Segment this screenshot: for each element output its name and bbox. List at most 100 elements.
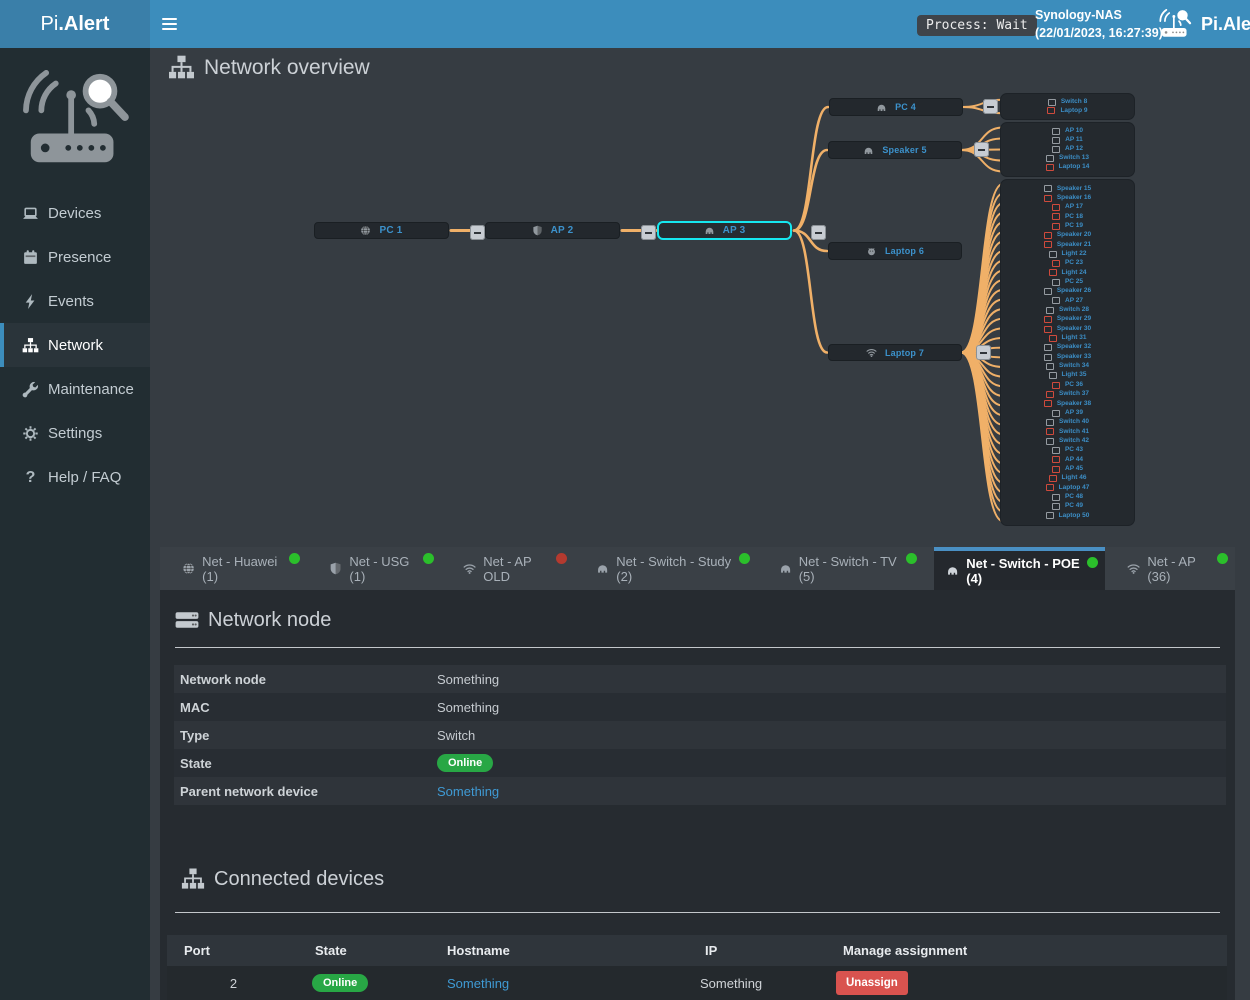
device-leaf-laptop-14[interactable]: Laptop 14 bbox=[1001, 164, 1134, 171]
tab-net-switch-poe-4[interactable]: Net - Switch - POE (4) bbox=[934, 547, 1105, 590]
tab-content-panel: Network node Network nodeSomethingMACSom… bbox=[160, 590, 1235, 1000]
connected-devices-title: Connected devices bbox=[214, 868, 384, 891]
device-leaf-laptop-50[interactable]: Laptop 50 bbox=[1001, 512, 1134, 519]
device-leaf-speaker-30[interactable]: Speaker 30 bbox=[1001, 326, 1134, 333]
unassign-button[interactable]: Unassign bbox=[836, 971, 908, 995]
tree-node-pc1[interactable]: PC 1 bbox=[314, 222, 449, 239]
device-leaf-ap-44[interactable]: AP 44 bbox=[1001, 456, 1134, 463]
device-icon bbox=[1046, 155, 1054, 162]
device-leaf-light-24[interactable]: Light 24 bbox=[1001, 269, 1134, 276]
tree-node-laptop6[interactable]: Laptop 6 bbox=[828, 242, 962, 260]
device-leaf-speaker-21[interactable]: Speaker 21 bbox=[1001, 241, 1134, 248]
device-leaf-speaker-38[interactable]: Speaker 38 bbox=[1001, 400, 1134, 407]
collapse-minus-button[interactable] bbox=[974, 142, 989, 157]
device-label: Speaker 29 bbox=[1057, 316, 1091, 323]
top-navbar: Pi.Alert Process: Wait Synology-NAS (22/… bbox=[0, 0, 1250, 48]
sidebar-toggle-icon[interactable] bbox=[162, 15, 180, 33]
device-leaf-laptop-47[interactable]: Laptop 47 bbox=[1001, 484, 1134, 491]
tree-node-speaker5[interactable]: Speaker 5 bbox=[828, 141, 962, 159]
sidebar-item-settings[interactable]: Settings bbox=[0, 411, 150, 455]
device-leaf-switch-40[interactable]: Switch 40 bbox=[1001, 419, 1134, 426]
sidebar-item-events[interactable]: Events bbox=[0, 279, 150, 323]
tree-node-pc4[interactable]: PC 4 bbox=[829, 98, 963, 116]
device-leaf-pc-18[interactable]: PC 18 bbox=[1001, 213, 1134, 220]
tree-node-label: PC 1 bbox=[379, 225, 402, 236]
device-leaf-switch-34[interactable]: Switch 34 bbox=[1001, 363, 1134, 370]
device-leaf-pc-23[interactable]: PC 23 bbox=[1001, 260, 1134, 267]
tab-net-ap-old[interactable]: Net - AP OLD bbox=[451, 547, 574, 590]
device-leaf-laptop-9[interactable]: Laptop 9 bbox=[1001, 107, 1134, 114]
tree-node-ap3[interactable]: AP 3 bbox=[657, 221, 792, 240]
collapse-minus-button[interactable] bbox=[811, 225, 826, 240]
sidebar-item-network[interactable]: Network bbox=[0, 323, 150, 367]
device-leaf-speaker-26[interactable]: Speaker 26 bbox=[1001, 288, 1134, 295]
status-badge: Online bbox=[312, 974, 368, 992]
device-leaf-light-31[interactable]: Light 31 bbox=[1001, 335, 1134, 342]
device-leaf-pc-19[interactable]: PC 19 bbox=[1001, 223, 1134, 230]
table-row: 2OnlineSomethingSomethingUnassign bbox=[167, 966, 1227, 1000]
header-brand-label: Pi.Alert bbox=[1201, 14, 1250, 35]
tab-net-huawei-1[interactable]: Net - Huawei (1) bbox=[170, 547, 307, 590]
device-leaf-switch-37[interactable]: Switch 37 bbox=[1001, 391, 1134, 398]
cell-manage-assignment: Unassign bbox=[835, 971, 1227, 995]
collapse-minus-button[interactable] bbox=[470, 225, 485, 240]
device-leaf-ap-27[interactable]: AP 27 bbox=[1001, 297, 1134, 304]
device-label: Speaker 26 bbox=[1057, 288, 1091, 295]
parent-device-link[interactable]: Something bbox=[437, 784, 499, 799]
hostname-link[interactable]: Something bbox=[447, 976, 509, 991]
table-row: MACSomething bbox=[174, 693, 1226, 721]
tree-node-ap2[interactable]: AP 2 bbox=[485, 222, 620, 239]
calendar-icon bbox=[22, 249, 39, 266]
status-dot-green bbox=[739, 553, 750, 564]
collapse-minus-button[interactable] bbox=[983, 99, 998, 114]
device-leaf-speaker-20[interactable]: Speaker 20 bbox=[1001, 232, 1134, 239]
device-leaf-switch-28[interactable]: Switch 28 bbox=[1001, 307, 1134, 314]
tab-net-switch-study-2[interactable]: Net - Switch - Study (2) bbox=[584, 547, 756, 590]
kv-label: Type bbox=[174, 728, 437, 743]
device-leaf-ap-39[interactable]: AP 39 bbox=[1001, 410, 1134, 417]
device-leaf-speaker-16[interactable]: Speaker 16 bbox=[1001, 195, 1134, 202]
device-leaf-speaker-29[interactable]: Speaker 29 bbox=[1001, 316, 1134, 323]
device-label: Light 24 bbox=[1062, 270, 1087, 277]
status-dot-green bbox=[1087, 557, 1098, 568]
device-leaf-light-46[interactable]: Light 46 bbox=[1001, 475, 1134, 482]
sidebar-item-maintenance[interactable]: Maintenance bbox=[0, 367, 150, 411]
tree-node-laptop7[interactable]: Laptop 7 bbox=[828, 344, 962, 361]
device-leaf-switch-13[interactable]: Switch 13 bbox=[1001, 155, 1134, 162]
device-leaf-ap-11[interactable]: AP 11 bbox=[1001, 137, 1134, 144]
sidebar-item-presence[interactable]: Presence bbox=[0, 235, 150, 279]
device-leaf-pc-43[interactable]: PC 43 bbox=[1001, 447, 1134, 454]
device-leaf-pc-48[interactable]: PC 48 bbox=[1001, 494, 1134, 501]
tab-net-switch-tv-5[interactable]: Net - Switch - TV (5) bbox=[767, 547, 925, 590]
device-leaf-pc-49[interactable]: PC 49 bbox=[1001, 503, 1134, 510]
device-leaf-switch-42[interactable]: Switch 42 bbox=[1001, 438, 1134, 445]
tab-net-ap-36[interactable]: Net - AP (36) bbox=[1115, 547, 1235, 590]
device-leaf-speaker-33[interactable]: Speaker 33 bbox=[1001, 354, 1134, 361]
sidebar-item-help-faq[interactable]: ?Help / FAQ bbox=[0, 455, 150, 499]
device-leaf-speaker-15[interactable]: Speaker 15 bbox=[1001, 185, 1134, 192]
device-label: AP 11 bbox=[1065, 137, 1083, 144]
app-logo[interactable]: Pi.Alert bbox=[0, 0, 150, 48]
gear-icon bbox=[22, 425, 39, 442]
device-leaf-ap-17[interactable]: AP 17 bbox=[1001, 204, 1134, 211]
tab-net-usg-1[interactable]: Net - USG (1) bbox=[317, 547, 441, 590]
device-leaf-switch-41[interactable]: Switch 41 bbox=[1001, 428, 1134, 435]
sidebar-item-devices[interactable]: Devices bbox=[0, 191, 150, 235]
device-leaf-ap-10[interactable]: AP 10 bbox=[1001, 128, 1134, 135]
collapse-minus-button[interactable] bbox=[976, 345, 991, 360]
device-leaf-light-35[interactable]: Light 35 bbox=[1001, 372, 1134, 379]
collapse-minus-button[interactable] bbox=[641, 225, 656, 240]
device-leaf-pc-25[interactable]: PC 25 bbox=[1001, 279, 1134, 286]
device-leaf-ap-45[interactable]: AP 45 bbox=[1001, 466, 1134, 473]
device-leaf-switch-8[interactable]: Switch 8 bbox=[1001, 99, 1134, 106]
device-leaf-ap-12[interactable]: AP 12 bbox=[1001, 146, 1134, 153]
device-leaf-pc-36[interactable]: PC 36 bbox=[1001, 382, 1134, 389]
device-leaf-light-22[interactable]: Light 22 bbox=[1001, 251, 1134, 258]
tab-label: Net - AP OLD bbox=[483, 554, 552, 584]
column-header-state: State bbox=[300, 943, 440, 958]
device-label: Switch 13 bbox=[1059, 155, 1089, 162]
device-label: Light 35 bbox=[1062, 372, 1087, 379]
device-icon bbox=[1044, 241, 1052, 248]
device-leaf-speaker-32[interactable]: Speaker 32 bbox=[1001, 344, 1134, 351]
device-label: Speaker 30 bbox=[1057, 326, 1091, 333]
